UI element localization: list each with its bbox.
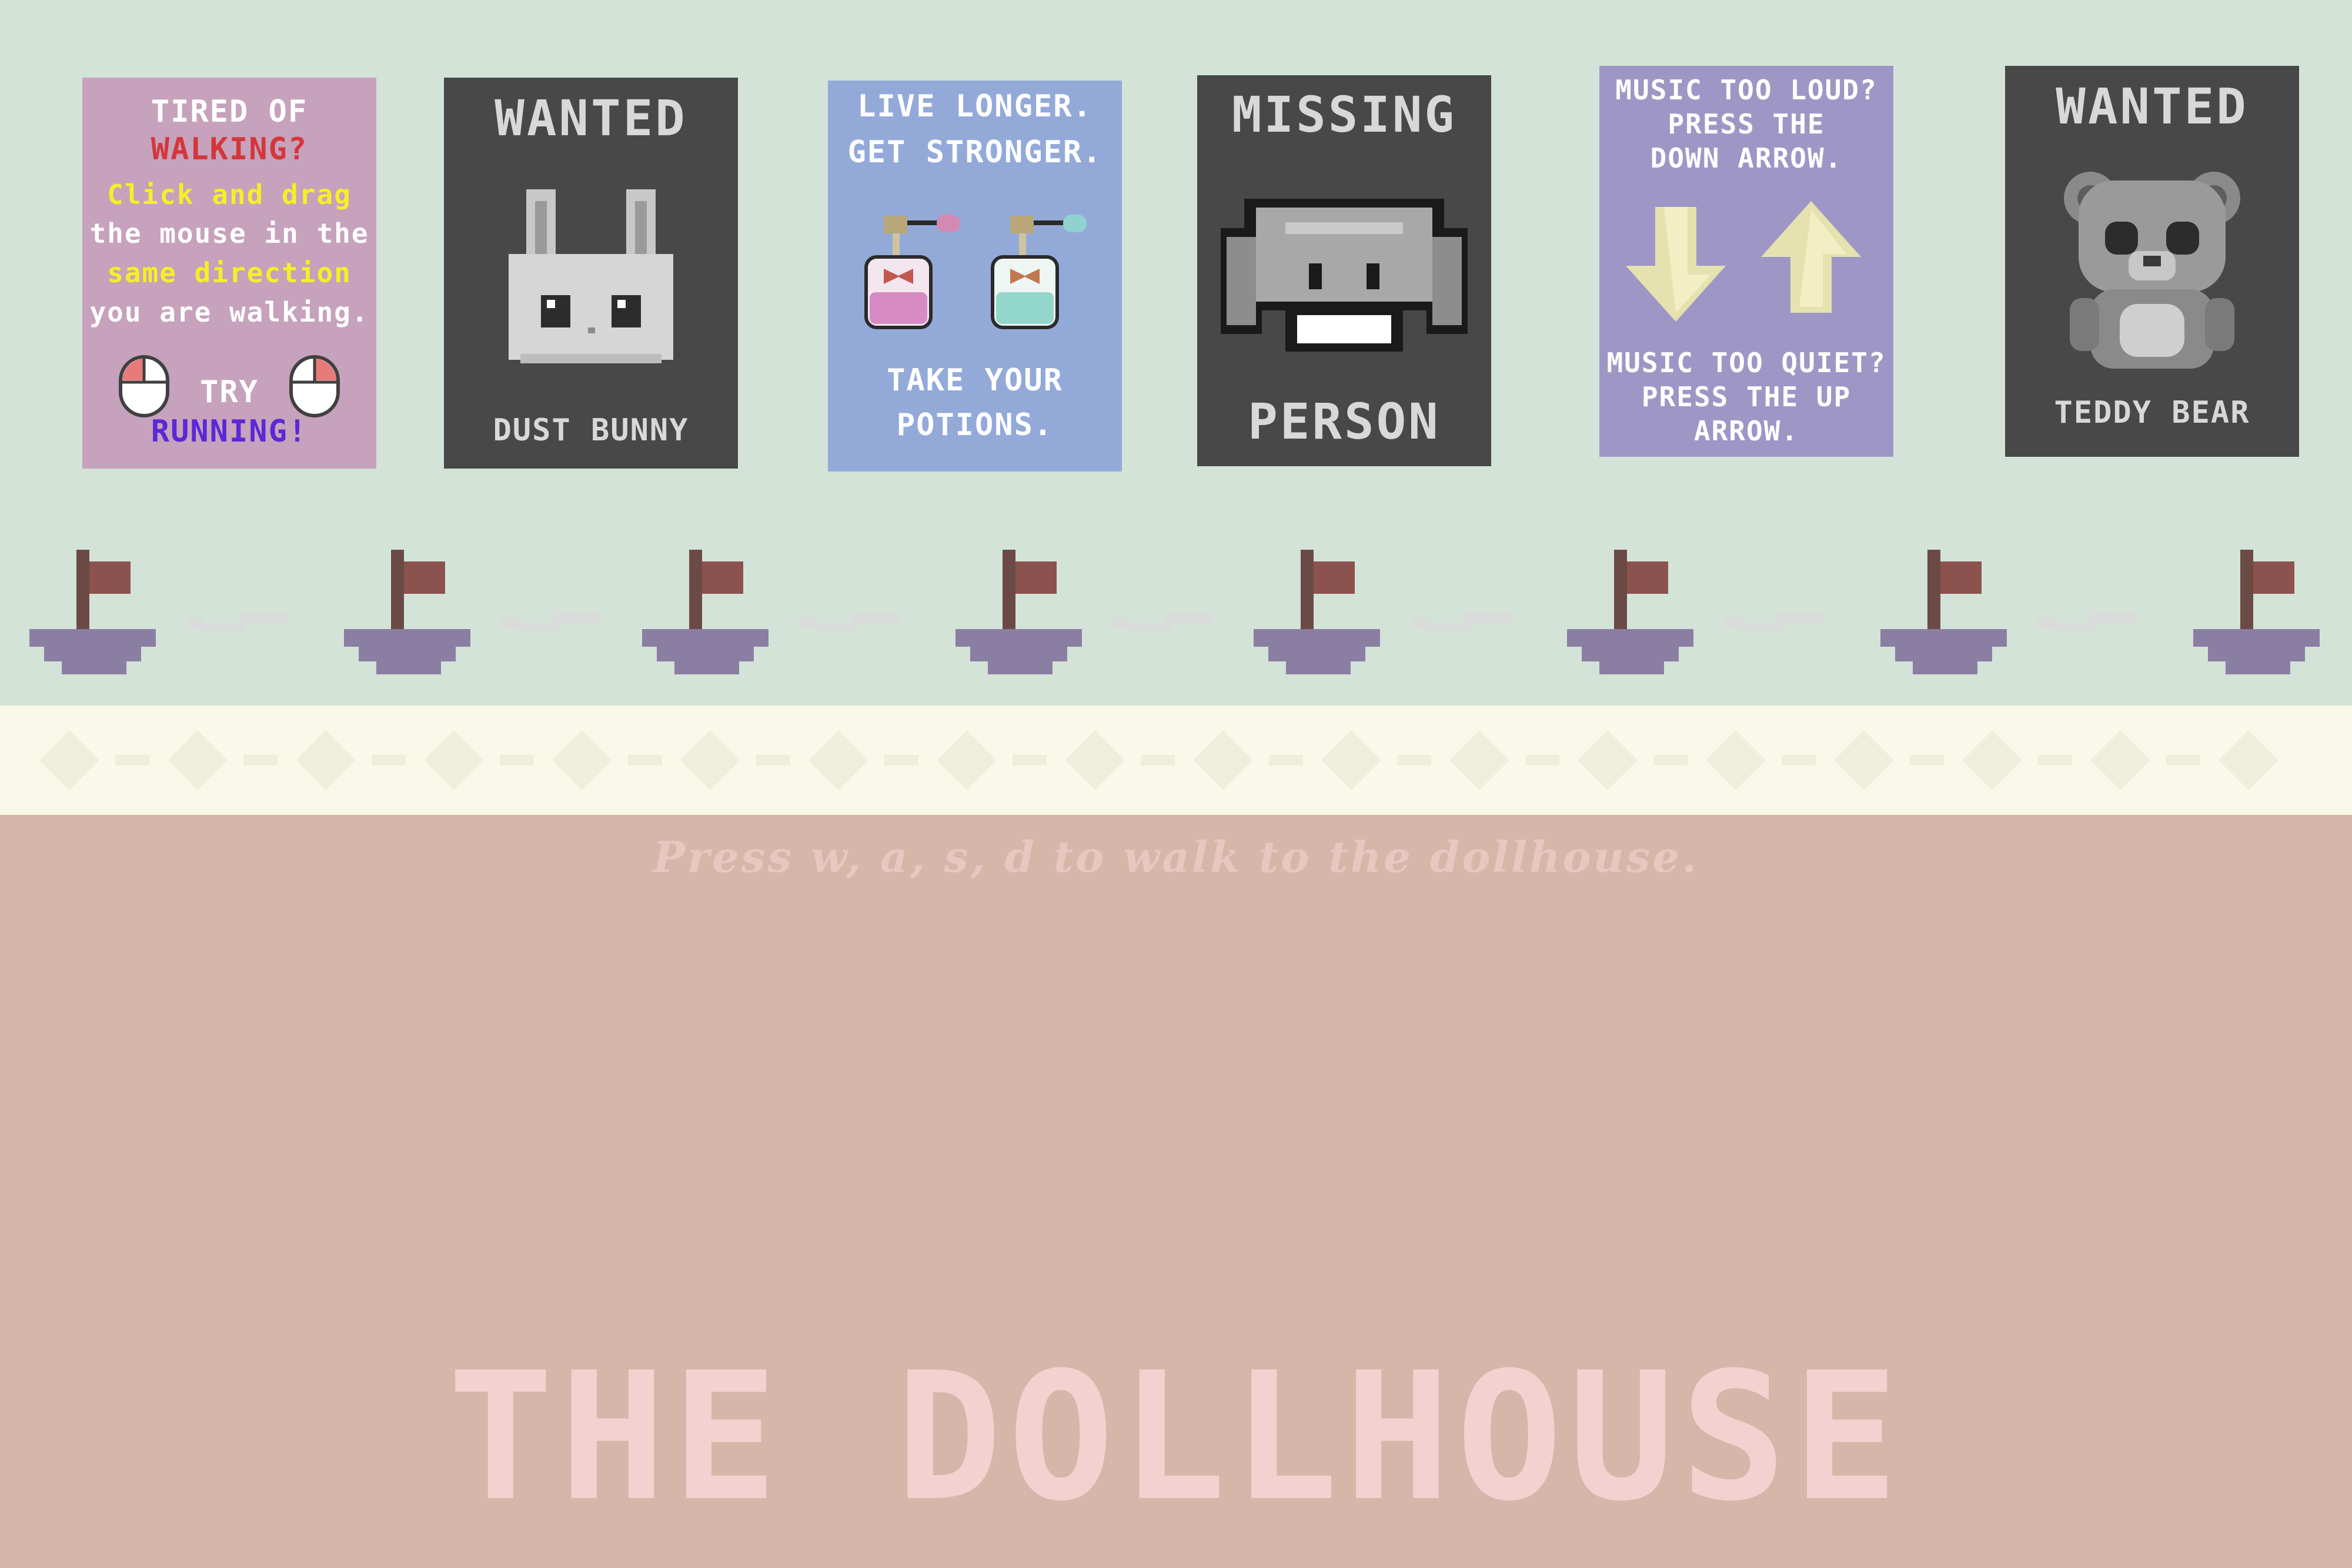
game-title: THE DOLLHOUSE	[447, 1335, 1905, 1540]
trim-dash	[1653, 755, 1688, 765]
trim-diamond	[1193, 730, 1253, 790]
poster-footer: DUST BUNNY	[493, 413, 689, 448]
pink-potion-icon	[864, 215, 960, 329]
poster-text: DOWN ARROW.	[1650, 142, 1843, 174]
sailboat-icon	[1254, 550, 1380, 674]
teddy-bear-icon	[2064, 172, 2240, 369]
poster-header: WANTED	[495, 89, 687, 147]
trim-diamond	[937, 730, 997, 790]
poster-text: MUSIC TOO LOUD?	[1615, 74, 1877, 106]
sailboat-icon	[1567, 550, 1693, 674]
poster-text: POTIONS.	[896, 407, 1054, 443]
trim-diamond	[1962, 730, 2022, 790]
trim-dash	[1397, 755, 1431, 765]
poster-header: WANTED	[2056, 78, 2249, 135]
poster-text: MUSIC TOO QUIET?	[1606, 347, 1886, 379]
poster-text: the mouse in the	[89, 218, 369, 249]
trim-diamond	[424, 730, 484, 790]
poster-text: same direction	[107, 257, 352, 289]
down-arrow-icon	[1626, 207, 1726, 322]
poster-wanted-teddy-bear: WANTED TEDDY BEAR	[2005, 66, 2299, 457]
poster-text: you are walking.	[89, 296, 369, 328]
trim-dash	[2166, 755, 2200, 765]
trim-dash	[243, 755, 278, 765]
trim-dash	[2038, 755, 2072, 765]
poster-potions: LIVE LONGER. GET STRONGER. TAKE YOUR POT…	[828, 81, 1122, 472]
wave-icon	[799, 613, 898, 633]
wave-icon	[1724, 613, 1824, 633]
trim-diamond	[2219, 730, 2278, 790]
poster-text: LIVE LONGER.	[857, 89, 1093, 124]
poster-text: RUNNING!	[151, 414, 308, 449]
sailboat-icon	[344, 550, 470, 674]
person-face-icon	[1221, 199, 1468, 352]
trim-diamond	[296, 730, 356, 790]
trim-diamond	[39, 730, 99, 790]
trim-dash	[1141, 755, 1175, 765]
wave-icon	[1412, 613, 1512, 633]
trim-diamond	[1706, 730, 1766, 790]
walk-instruction-text: Press w, a, s, d to walk to the dollhous…	[653, 832, 1699, 882]
wave-icon	[501, 613, 601, 633]
poster-text: TIRED OF	[151, 94, 308, 129]
poster-wanted-dust-bunny: WANTED DUST BUNNY	[444, 78, 738, 469]
trim-dash	[1525, 755, 1559, 765]
wave-icon	[2037, 613, 2137, 633]
trim-dash	[115, 755, 149, 765]
trim-dash	[1013, 755, 1047, 765]
poster-music-volume: MUSIC TOO LOUD? PRESS THE DOWN ARROW. MU…	[1599, 66, 1893, 457]
poster-text: ARROW.	[1693, 415, 1799, 447]
trim-diamond	[808, 730, 868, 790]
poster-footer: TEDDY BEAR	[2054, 395, 2250, 430]
sailboat-icon	[29, 550, 156, 674]
poster-running-tip: TIRED OF WALKING? Click and drag the mou…	[82, 78, 376, 469]
poster-header: MISSING	[1231, 86, 1456, 143]
sailboat-icon	[642, 550, 769, 674]
trim-diamond	[2090, 730, 2150, 790]
up-arrow-icon	[1761, 201, 1861, 313]
poster-text: GET STRONGER.	[847, 135, 1102, 170]
wave-icon	[187, 613, 287, 633]
teal-potion-icon	[991, 215, 1087, 329]
poster-text: WALKING?	[151, 132, 308, 167]
poster-text: PRESS THE	[1668, 108, 1825, 140]
trim-diamond	[1578, 730, 1638, 790]
trim-dash	[1782, 755, 1816, 765]
trim-dash	[372, 755, 406, 765]
trim-diamond	[1449, 730, 1509, 790]
trim-dash	[756, 755, 790, 765]
trim-dash	[884, 755, 918, 765]
dust-bunny-icon	[509, 189, 673, 363]
poster-text: TRY	[200, 375, 259, 410]
sailboat-icon	[2193, 550, 2320, 674]
trim-diamond	[680, 730, 740, 790]
poster-text: TAKE YOUR	[887, 363, 1063, 398]
sailboat-icon	[956, 550, 1082, 674]
trim-dash	[1910, 755, 1944, 765]
sailboat-icon	[1880, 550, 2007, 674]
trim-diamond	[1065, 730, 1125, 790]
poster-footer: PERSON	[1248, 393, 1441, 450]
trim-diamond	[1321, 730, 1381, 790]
poster-text: PRESS THE UP	[1641, 381, 1852, 413]
trim-diamond	[168, 730, 228, 790]
decorative-trim	[0, 706, 2352, 815]
trim-dash	[1269, 755, 1303, 765]
trim-diamond	[1834, 730, 1894, 790]
trim-dash	[628, 755, 662, 765]
trim-dash	[500, 755, 534, 765]
wave-icon	[1112, 613, 1212, 633]
poster-text: Click and drag	[107, 179, 352, 210]
trim-diamond	[552, 730, 612, 790]
poster-missing-person: MISSING PERSON	[1197, 75, 1491, 466]
